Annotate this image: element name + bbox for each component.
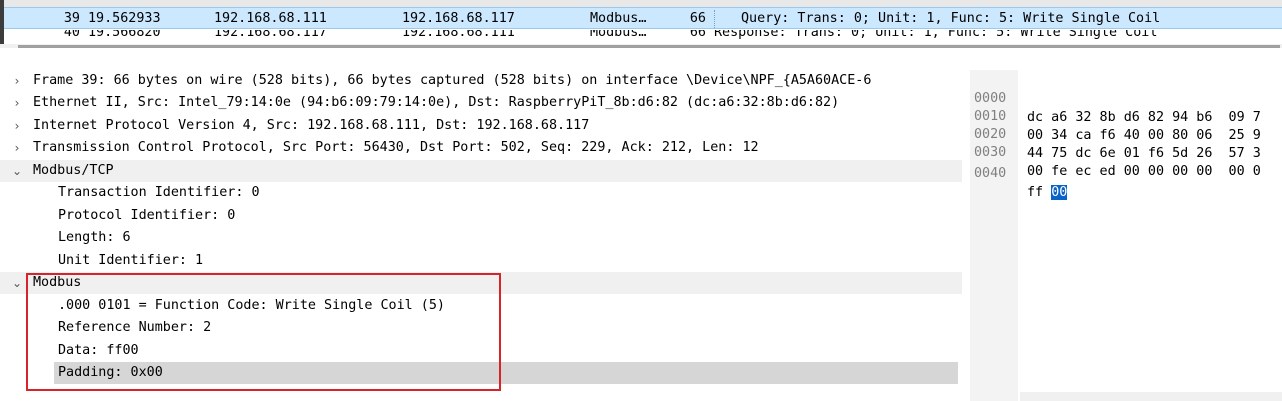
packet-protocol: Modbus… [590, 11, 647, 26]
packet-source: 192.168.68.111 [214, 11, 327, 26]
packet-time: 19.562933 [88, 11, 161, 26]
tree-row-data[interactable]: Data: ff00 [0, 340, 962, 362]
bytes-line[interactable]: 0040 ff 00 [970, 145, 1068, 200]
tree-row-label: Modbus/TCP [33, 163, 114, 178]
tree-row-transaction-id[interactable]: Transaction Identifier: 0 [0, 182, 962, 204]
chevron-down-icon[interactable]: ⌄ [10, 160, 24, 182]
chevron-right-icon[interactable]: › [10, 92, 24, 114]
bytes-line[interactable]: 0020 44 75 dc 6e 01 f6 5d 26 57 3 [970, 106, 1261, 161]
chevron-right-icon[interactable]: › [10, 70, 24, 92]
packet-time: 19.566820 [88, 30, 161, 40]
tree-row-tcp[interactable]: › Transmission Control Protocol, Src Por… [0, 137, 962, 159]
packet-details-tree[interactable]: › Frame 39: 66 bytes on wire (528 bits),… [0, 70, 962, 401]
byte-offset: 0040 [974, 166, 1007, 181]
tree-row-label: Reference Number: 2 [58, 320, 212, 335]
hex-bytes[interactable]: ff 00 [1027, 183, 1068, 202]
packet-number: 39 [63, 11, 80, 26]
hex-bytes[interactable]: dc a6 32 8b d6 82 94 b6 09 7 [1027, 108, 1261, 127]
tree-row-label: Internet Protocol Version 4, Src: 192.16… [33, 118, 590, 133]
packet-bytes-pane[interactable]: 0000 dc a6 32 8b d6 82 94 b6 09 7 0010 0… [970, 70, 1282, 401]
tree-row-unit-id[interactable]: Unit Identifier: 1 [0, 250, 962, 272]
tree-row-frame[interactable]: › Frame 39: 66 bytes on wire (528 bits),… [0, 70, 962, 92]
tree-row-protocol-id[interactable]: Protocol Identifier: 0 [0, 205, 962, 227]
horizontal-scrollbar-thumb[interactable] [18, 45, 1280, 48]
bytes-line[interactable]: 0030 00 fe ec ed 00 00 00 00 00 0 [970, 124, 1261, 179]
tree-row-label: Padding: 0x00 [58, 365, 163, 380]
tree-row-modbus-tcp[interactable]: ⌄ Modbus/TCP [0, 160, 962, 182]
packet-row-next[interactable]: 40 19.566820 192.168.68.117 192.168.68.1… [0, 30, 1282, 44]
tree-row-padding-selected[interactable]: Padding: 0x00 [54, 362, 958, 384]
tree-row-label: Data: ff00 [58, 343, 139, 358]
tree-row-label: .000 0101 = Function Code: Write Single … [58, 298, 445, 313]
packet-destination: 192.168.68.111 [402, 30, 515, 40]
window-left-edge [0, 0, 4, 48]
pane-splitter[interactable] [0, 50, 1282, 70]
tree-row-label: Transaction Identifier: 0 [58, 185, 260, 200]
packet-row-selected[interactable]: 39 19.562933 192.168.68.111 192.168.68.1… [0, 7, 1282, 29]
tree-row-label: Protocol Identifier: 0 [58, 208, 236, 223]
tree-row-label: Frame 39: 66 bytes on wire (528 bits), 6… [33, 73, 872, 88]
chevron-down-icon[interactable]: ⌄ [10, 272, 24, 294]
tree-row-modbus[interactable]: ⌄ Modbus [0, 272, 962, 294]
tree-row-function-code[interactable]: .000 0101 = Function Code: Write Single … [0, 295, 962, 317]
chevron-right-icon[interactable]: › [10, 137, 24, 159]
tree-row-ipv4[interactable]: › Internet Protocol Version 4, Src: 192.… [0, 115, 962, 137]
packet-info: Query: Trans: 0; Unit: 1, Func: 5: Write… [714, 10, 1160, 28]
chevron-right-icon[interactable]: › [10, 115, 24, 137]
bytes-line[interactable]: 0000 dc a6 32 8b d6 82 94 b6 09 7 [970, 70, 1261, 125]
vertical-pane-splitter[interactable] [962, 70, 970, 401]
packet-source: 192.168.68.117 [214, 30, 327, 40]
tree-row-label: Transmission Control Protocol, Src Port:… [33, 140, 759, 155]
packet-info: Response: Trans: 0; Unit: 1, Func: 5: Wr… [714, 30, 1158, 40]
packet-destination: 192.168.68.117 [402, 11, 515, 26]
hex-bytes[interactable]: 00 34 ca f6 40 00 80 06 25 9 [1027, 126, 1261, 145]
bytes-line[interactable]: 0010 00 34 ca f6 40 00 80 06 25 9 [970, 88, 1261, 143]
hex-byte[interactable]: ff [1027, 185, 1051, 200]
tree-row-reference-number[interactable]: Reference Number: 2 [0, 317, 962, 339]
packet-length: 66 [689, 30, 706, 40]
packet-list[interactable]: 39 19.562933 192.168.68.111 192.168.68.1… [0, 0, 1282, 48]
packet-length: 66 [689, 11, 706, 26]
tree-row-label: Modbus [33, 275, 82, 290]
hex-bytes[interactable]: 44 75 dc 6e 01 f6 5d 26 57 3 [1027, 144, 1261, 163]
hex-byte-selected[interactable]: 00 [1051, 185, 1068, 200]
tree-row-label: Length: 6 [58, 230, 131, 245]
tree-row-label: Ethernet II, Src: Intel_79:14:0e (94:b6:… [33, 95, 840, 110]
packet-protocol: Modbus… [590, 30, 647, 40]
tree-row-label: Unit Identifier: 1 [58, 253, 204, 268]
packet-list-previous-row-sliver [0, 0, 1282, 7]
bytes-horizontal-scrollbar[interactable] [1020, 392, 1282, 401]
tree-row-ethernet[interactable]: › Ethernet II, Src: Intel_79:14:0e (94:b… [0, 92, 962, 114]
tree-row-length[interactable]: Length: 6 [0, 227, 962, 249]
hex-bytes[interactable]: 00 fe ec ed 00 00 00 00 00 0 [1027, 162, 1261, 181]
packet-number: 40 [63, 30, 80, 40]
